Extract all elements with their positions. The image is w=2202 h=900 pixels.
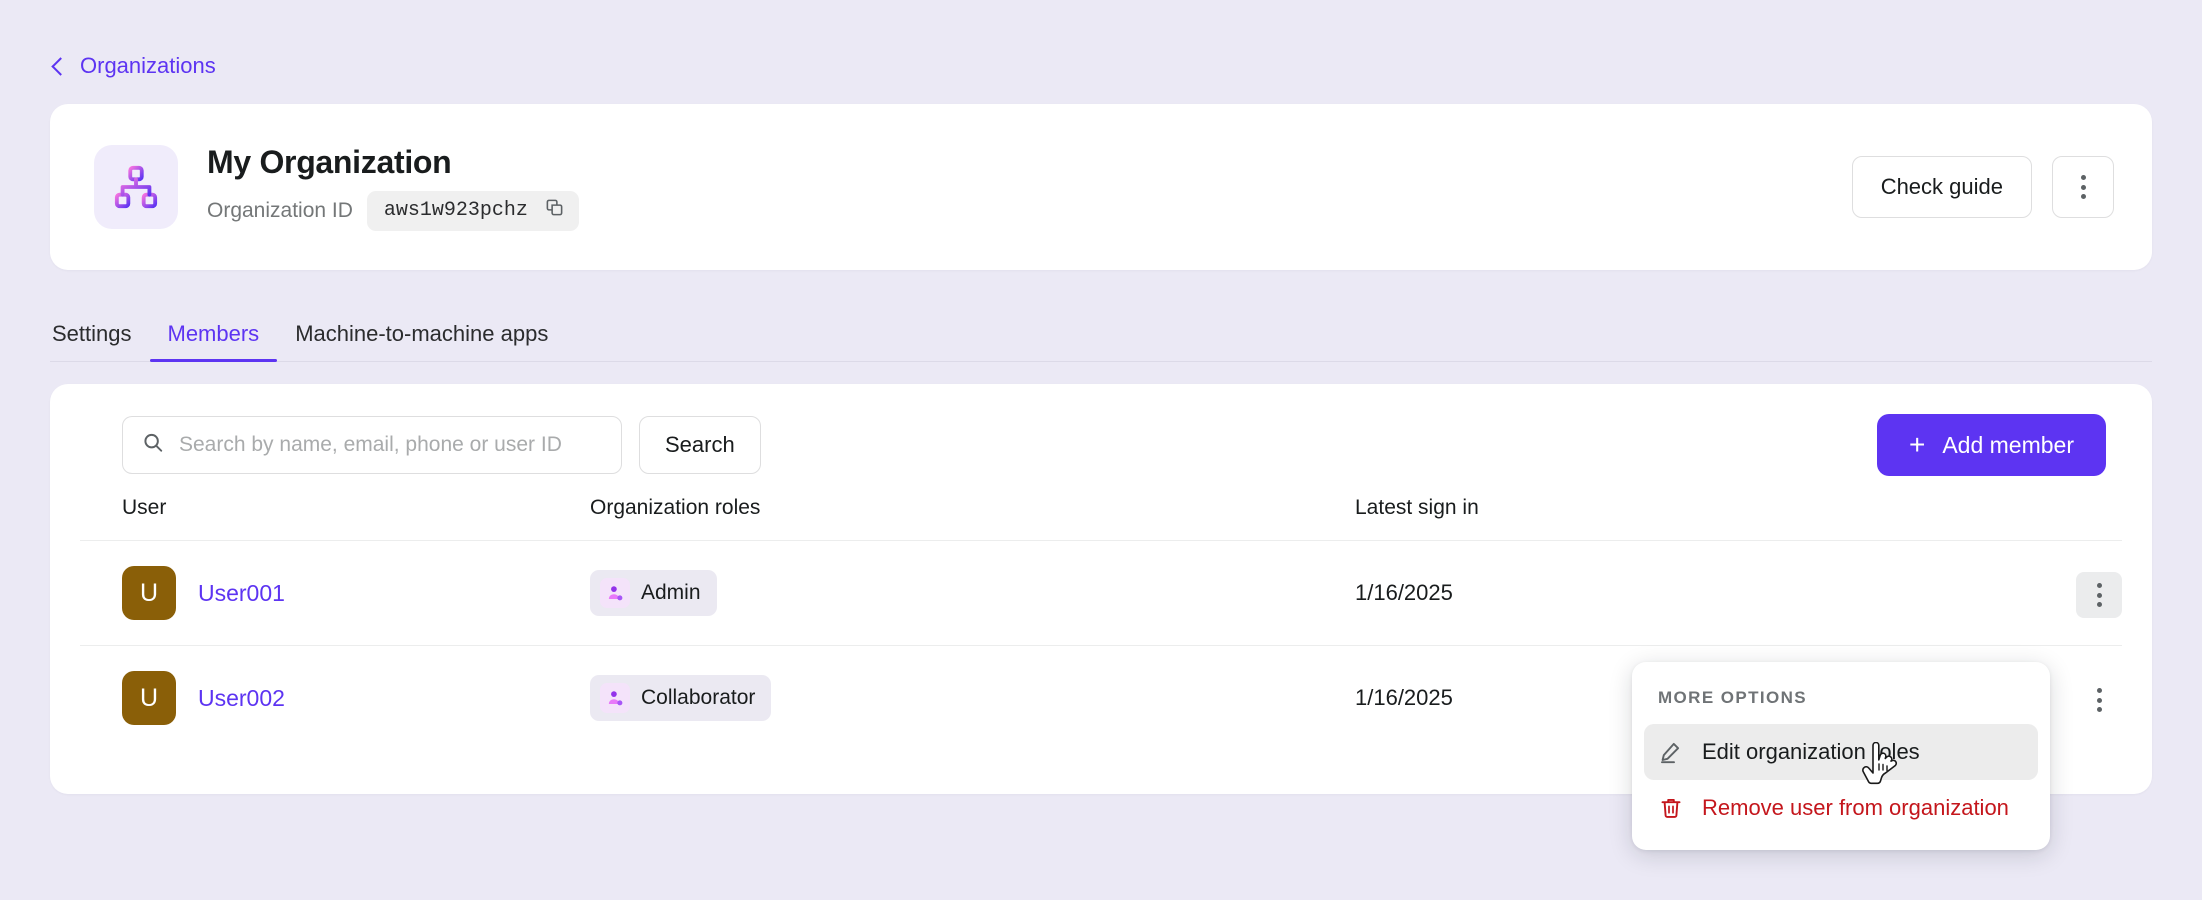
cell-organization-roles: Admin xyxy=(590,540,1355,646)
role-label: Collaborator xyxy=(641,686,756,709)
table-row: U User001 Admin 1/16/2025 xyxy=(80,540,2122,646)
page-title: My Organization xyxy=(207,144,452,181)
organization-info: My Organization Organization ID aws1w923… xyxy=(207,143,1852,231)
role-chip: Admin xyxy=(590,570,717,616)
copy-icon[interactable] xyxy=(545,198,564,224)
organization-header-card: My Organization Organization ID aws1w923… xyxy=(50,104,2152,270)
user-link[interactable]: User001 xyxy=(198,580,285,607)
dots-vertical-icon xyxy=(2080,175,2086,199)
column-header-latest-sign-in: Latest sign in xyxy=(1355,496,2002,541)
tab-bar: Settings Members Machine-to-machine apps xyxy=(50,304,2152,362)
sitemap-icon xyxy=(94,145,178,229)
more-options-dropdown: MORE OPTIONS Edit organization roles Rem… xyxy=(1632,662,2050,850)
organization-more-options-button[interactable] xyxy=(2052,156,2114,218)
row-more-options-button[interactable] xyxy=(2076,572,2122,618)
trash-icon xyxy=(1658,796,1684,820)
organization-id-row: Organization ID aws1w923pchz xyxy=(207,190,1852,231)
avatar: U xyxy=(122,671,176,725)
search-button[interactable]: Search xyxy=(639,416,761,474)
tab-settings[interactable]: Settings xyxy=(50,323,150,361)
members-table-head: User Organization roles Latest sign in xyxy=(80,496,2122,541)
dots-vertical-icon xyxy=(2096,688,2102,712)
organization-id-label: Organization ID xyxy=(207,198,353,222)
search-field-wrapper xyxy=(122,416,622,474)
dropdown-title: MORE OPTIONS xyxy=(1658,688,1808,707)
pencil-icon xyxy=(1658,740,1684,764)
row-more-options-button[interactable] xyxy=(2076,677,2122,723)
role-label: Admin xyxy=(641,581,701,604)
cell-organization-roles: Collaborator xyxy=(590,646,1355,751)
column-header-actions xyxy=(2002,496,2122,541)
breadcrumb-back-link[interactable]: Organizations xyxy=(50,53,216,79)
search-input[interactable] xyxy=(122,416,622,474)
avatar: U xyxy=(122,566,176,620)
column-header-organization-roles: Organization roles xyxy=(590,496,1355,541)
table-header-row: User Organization roles Latest sign in xyxy=(80,496,2122,541)
tab-machine-to-machine-apps[interactable]: Machine-to-machine apps xyxy=(277,323,566,361)
menu-item-label: Edit organization roles xyxy=(1702,739,1920,764)
cell-user: U User001 xyxy=(80,540,590,646)
role-chip: Collaborator xyxy=(590,675,772,721)
user-link[interactable]: User002 xyxy=(198,685,285,712)
check-guide-button[interactable]: Check guide xyxy=(1851,156,2032,218)
plus-icon: + xyxy=(1908,429,1926,460)
breadcrumb-back-label: Organizations xyxy=(80,53,216,78)
organization-id-chip[interactable]: aws1w923pchz xyxy=(366,190,579,231)
chevron-left-icon xyxy=(51,56,70,76)
user-role-icon xyxy=(600,683,630,713)
menu-item-label: Remove user from organization xyxy=(1702,795,2009,820)
cell-latest-sign-in: 1/16/2025 xyxy=(1355,540,2002,646)
add-member-button[interactable]: + Add member xyxy=(1876,414,2106,476)
tab-members[interactable]: Members xyxy=(149,323,278,362)
add-member-label: Add member xyxy=(1942,431,2074,458)
organization-id-value: aws1w923pchz xyxy=(383,199,528,223)
cell-actions xyxy=(2002,540,2122,646)
members-toolbar: Search + Add member xyxy=(80,414,2122,476)
menu-item-remove-user-from-organization[interactable]: Remove user from organization xyxy=(1644,780,2038,836)
header-actions: Check guide xyxy=(1851,156,2114,218)
user-cell: U User002 xyxy=(122,671,590,725)
breadcrumb: Organizations xyxy=(0,0,2202,86)
members-card: Search + Add member User Organization ro… xyxy=(50,384,2152,850)
cell-user: U User002 xyxy=(80,646,590,751)
menu-item-edit-organization-roles[interactable]: Edit organization roles xyxy=(1644,724,2038,780)
user-role-icon xyxy=(600,578,630,608)
column-header-user: User xyxy=(80,496,590,541)
user-cell: U User001 xyxy=(122,566,590,620)
dots-vertical-icon xyxy=(2096,583,2102,607)
